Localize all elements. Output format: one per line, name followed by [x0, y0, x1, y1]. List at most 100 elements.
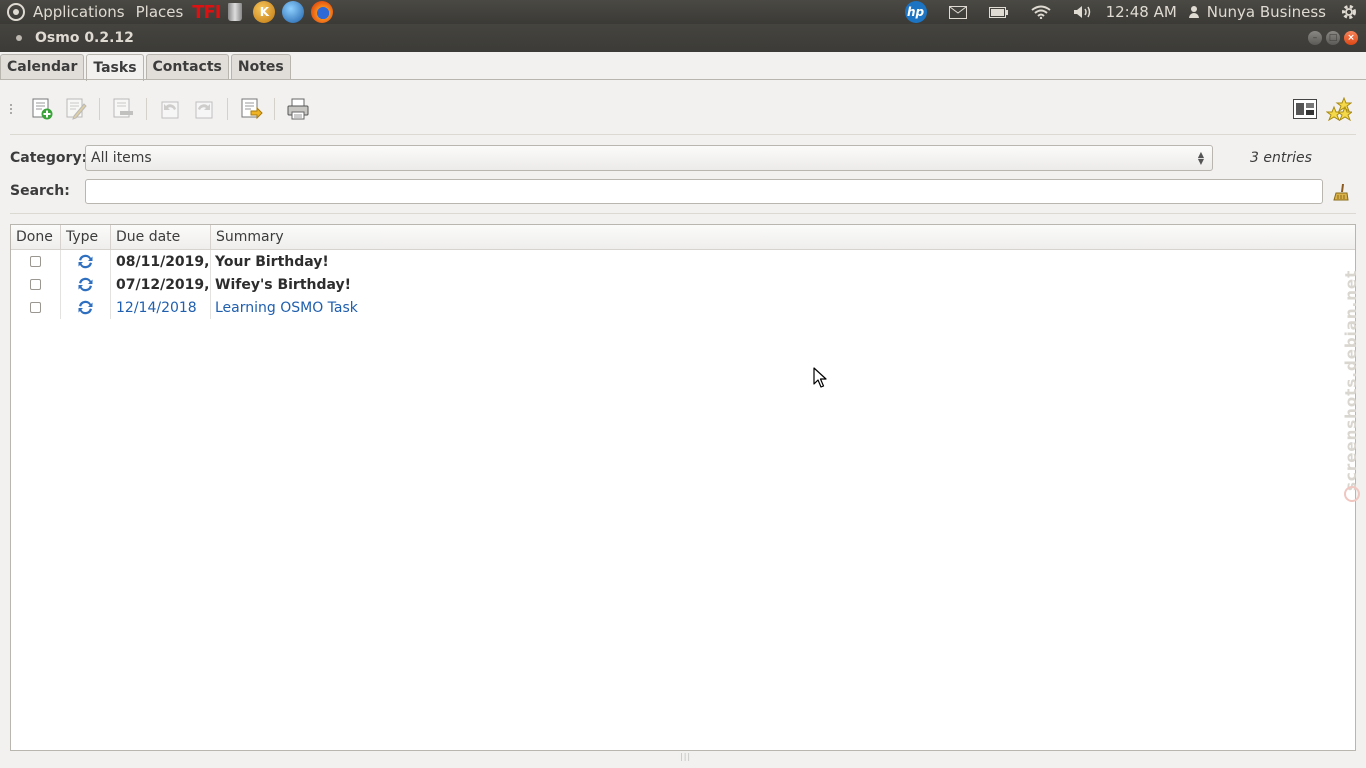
table-row[interactable]: 08/11/2019, 12 Your Birthday! — [11, 250, 1355, 273]
top-panel: Applications Places TFI K hp 12:48 AM Nu… — [0, 0, 1366, 24]
toolbar-grip[interactable] — [10, 104, 15, 114]
done-cell — [11, 250, 61, 273]
user-name: Nunya Business — [1206, 3, 1326, 21]
dropdown-arrows-icon: ▲ ▼ — [1197, 150, 1204, 166]
undo-button[interactable] — [153, 92, 187, 126]
window-title-bar[interactable]: Osmo 0.2.12 – □ × — [0, 24, 1366, 52]
delete-task-button[interactable] — [106, 92, 140, 126]
mouse-cursor-icon — [813, 367, 827, 388]
toolbar-divider — [10, 134, 1356, 135]
favorites-button[interactable] — [1322, 92, 1356, 126]
undo-icon — [161, 101, 179, 119]
firefox-icon — [311, 1, 334, 23]
clear-search-broom-icon[interactable] — [1333, 183, 1349, 201]
close-button[interactable]: × — [1344, 31, 1358, 45]
user-icon — [1188, 6, 1199, 18]
trash-launcher[interactable] — [223, 1, 247, 23]
tab-content-border — [0, 79, 1366, 80]
category-label: Category: — [10, 150, 88, 166]
session-gear-icon[interactable] — [1340, 3, 1358, 21]
column-header-summary[interactable]: Summary — [211, 225, 1355, 249]
ubuntu-logo-icon[interactable] — [7, 3, 25, 21]
view-toggle-button[interactable] — [1288, 92, 1322, 126]
minimize-button[interactable]: – — [1308, 31, 1322, 45]
done-checkbox[interactable] — [30, 302, 41, 313]
window-menu-dot-icon[interactable] — [16, 35, 22, 41]
print-button[interactable] — [281, 92, 315, 126]
pane-resize-handle[interactable]: ||| — [680, 752, 691, 761]
filter-divider — [10, 213, 1356, 214]
column-header-type[interactable]: Type — [61, 225, 111, 249]
add-task-icon — [32, 98, 53, 120]
type-cell — [61, 250, 111, 273]
watermark-logo-icon — [1344, 486, 1360, 502]
toolbar-separator — [274, 98, 275, 120]
toolbar-separator — [227, 98, 228, 120]
export-icon — [241, 98, 263, 120]
table-row[interactable]: 12/14/2018 Learning OSMO Task — [11, 296, 1355, 319]
tfi-launcher[interactable]: TFI — [192, 1, 221, 23]
export-tasks-button[interactable] — [234, 92, 268, 126]
summary-cell: Wifey's Birthday! — [215, 276, 352, 293]
stars-icon — [1326, 97, 1352, 121]
type-cell — [61, 296, 111, 319]
column-header-done[interactable]: Done — [11, 225, 61, 249]
toolbar-separator — [146, 98, 147, 120]
summary-cell: Your Birthday! — [215, 253, 329, 270]
k-launcher-icon: K — [253, 1, 276, 23]
add-task-button[interactable] — [25, 92, 59, 126]
recurring-icon — [78, 300, 93, 315]
recurring-icon — [78, 277, 93, 292]
task-list-header: Done Type Due date Summary — [11, 225, 1355, 250]
type-cell — [61, 273, 111, 296]
category-selected-value: All items — [91, 150, 152, 166]
volume-icon[interactable] — [1073, 5, 1093, 19]
places-menu[interactable]: Places — [136, 3, 184, 21]
trash-icon — [228, 3, 243, 21]
printer-icon — [287, 98, 309, 120]
wifi-icon[interactable] — [1030, 5, 1051, 19]
column-header-due-date[interactable]: Due date — [111, 225, 211, 249]
maximize-button[interactable]: □ — [1326, 31, 1340, 45]
task-list[interactable]: Done Type Due date Summary 08/11/2019, 1… — [10, 224, 1356, 751]
tab-notes[interactable]: Notes — [230, 54, 291, 79]
globe-launcher[interactable] — [281, 1, 305, 23]
globe-icon — [282, 1, 305, 23]
entries-count: 3 entries — [1250, 150, 1312, 166]
search-label: Search: — [10, 183, 70, 199]
watermark-text: screenshots.debian.net — [1342, 270, 1360, 492]
due-date-cell: 07/12/2019, 12 — [111, 273, 211, 296]
toolbar-separator — [99, 98, 100, 120]
user-menu[interactable]: Nunya Business — [1188, 3, 1326, 21]
edit-task-button[interactable] — [59, 92, 93, 126]
battery-icon[interactable] — [988, 6, 1009, 18]
done-cell — [11, 296, 61, 319]
search-input[interactable] — [85, 179, 1323, 204]
table-row[interactable]: 07/12/2019, 12 Wifey's Birthday! — [11, 273, 1355, 296]
clock[interactable]: 12:48 AM — [1106, 3, 1177, 21]
window-title: Osmo 0.2.12 — [35, 30, 134, 46]
category-dropdown[interactable]: All items ▲ ▼ — [85, 145, 1213, 171]
applications-menu[interactable]: Applications — [33, 3, 125, 21]
hp-icon: hp — [904, 1, 927, 23]
done-checkbox[interactable] — [30, 279, 41, 290]
summary-cell: Learning OSMO Task — [215, 299, 358, 316]
k-launcher[interactable]: K — [252, 1, 276, 23]
hp-tray[interactable]: hp — [904, 1, 927, 23]
redo-button[interactable] — [187, 92, 221, 126]
redo-icon — [195, 101, 213, 119]
done-checkbox[interactable] — [30, 256, 41, 267]
recurring-icon — [78, 254, 93, 269]
due-date-cell: 12/14/2018 — [111, 296, 211, 319]
due-date-cell: 08/11/2019, 12 — [111, 250, 211, 273]
done-cell — [11, 273, 61, 296]
tab-calendar[interactable]: Calendar — [0, 54, 85, 79]
tab-contacts[interactable]: Contacts — [145, 54, 229, 79]
layout-view-icon — [1293, 99, 1317, 119]
mail-icon[interactable] — [948, 5, 967, 19]
tab-tasks[interactable]: Tasks — [86, 54, 144, 81]
main-tabs: Calendar Tasks Contacts Notes — [0, 54, 293, 81]
tasks-toolbar — [10, 90, 1356, 128]
firefox-launcher[interactable] — [310, 1, 334, 23]
tfi-launcher-label: TFI — [192, 1, 221, 23]
